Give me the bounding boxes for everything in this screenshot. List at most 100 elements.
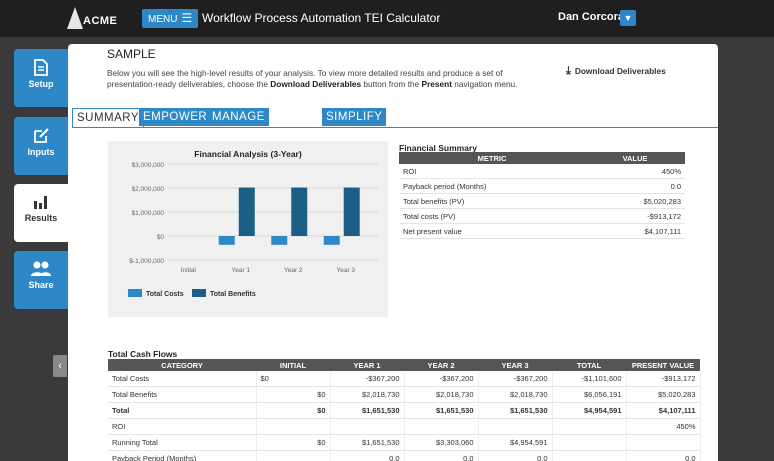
value-cell <box>478 418 553 435</box>
app-title: Workflow Process Automation TEI Calculat… <box>202 11 441 25</box>
sidebar-item-label: Inputs <box>27 147 55 157</box>
value-cell: $2,018,730 <box>478 386 553 403</box>
value-cell <box>626 434 701 451</box>
y-tick-label: $0 <box>157 234 165 241</box>
table-row: Payback period (Months) 0.0 <box>399 178 685 194</box>
value-cell: $3,303,060 <box>404 434 479 451</box>
column-header: PRESENT VALUE <box>626 359 700 371</box>
value-cell: -$1,101,600 <box>552 371 627 387</box>
table-row: ROI 450% <box>108 418 701 435</box>
value-cell: $2,018,730 <box>404 386 479 403</box>
financial-analysis-chart: Financial Analysis (3-Year) $3,000,000 $2,… <box>108 141 388 317</box>
bar-total-benefits <box>238 187 255 236</box>
value-cell: $1,651,530 <box>478 402 553 419</box>
value-cell: $1,651,530 <box>404 402 479 419</box>
sidebar-item-inputs[interactable]: Inputs <box>14 117 68 175</box>
value-cell: 0.0 <box>404 450 479 461</box>
category-cell: ROI <box>108 418 257 435</box>
results-panel: SAMPLE Below you will see the high-level… <box>68 44 718 461</box>
column-header: YEAR 2 <box>404 359 478 371</box>
value-cell: 0.0 <box>330 450 405 461</box>
value-cell: $0 <box>256 386 331 403</box>
tab-manage-secure[interactable]: MANAGE & SECURE <box>208 108 269 159</box>
sidebar-item-setup[interactable]: Setup <box>14 49 68 107</box>
table-row: Payback Period (Months) 0.0 0.0 0.0 0.0 <box>108 450 701 461</box>
y-tick-label: $-1,000,000 <box>129 258 164 265</box>
value-cell: -$367,200 <box>404 371 479 387</box>
legend-label: Total Costs <box>146 291 184 298</box>
collapse-sidebar-button[interactable]: ‹ <box>53 355 67 377</box>
x-tick-label: Year 2 <box>284 267 303 274</box>
results-description: Below you will see the high-level result… <box>107 68 518 89</box>
sidebar-item-share[interactable]: Share <box>14 251 68 309</box>
value-cell: -$913,172 <box>585 208 685 224</box>
value-cell: 450% <box>585 164 685 179</box>
value-cell <box>552 418 627 435</box>
top-bar: ACME MENU ☰ Workflow Process Automation T… <box>0 0 774 37</box>
category-cell: Total Benefits <box>108 386 257 403</box>
value-cell: $5,020,283 <box>585 193 685 209</box>
value-cell: $2,018,730 <box>330 386 405 403</box>
value-cell: $4,107,111 <box>626 402 701 419</box>
tab-simplify[interactable]: SIMPLIFY <box>322 108 387 126</box>
value-cell: -$367,200 <box>478 371 553 387</box>
value-cell <box>256 450 331 461</box>
menu-button[interactable]: MENU ☰ <box>142 9 199 28</box>
metric-cell: ROI <box>399 164 585 179</box>
logo-triangle-icon <box>67 7 83 29</box>
value-cell: $6,056,191 <box>552 386 627 403</box>
left-sidebar: Setup Inputs Results Share ‹ <box>0 37 68 461</box>
column-header: YEAR 3 <box>478 359 552 371</box>
value-cell <box>552 450 627 461</box>
value-cell: 0.0 <box>478 450 553 461</box>
legend-label: Total Benefits <box>210 291 256 298</box>
users-icon <box>14 261 68 280</box>
column-header: INITIAL <box>256 359 330 371</box>
edit-icon <box>14 127 68 147</box>
x-tick-label: Year 1 <box>231 267 250 274</box>
tab-underline <box>72 127 718 128</box>
download-icon: ⤓ <box>566 65 571 77</box>
category-cell: Total <box>108 402 257 419</box>
legend-swatch <box>128 289 142 297</box>
chart-title: Financial Analysis (3-Year) <box>194 149 302 159</box>
value-cell <box>330 418 405 435</box>
sidebar-item-label: Share <box>28 280 54 290</box>
value-cell <box>256 418 331 435</box>
acme-logo[interactable]: ACME <box>67 7 127 31</box>
x-tick-label: Year 3 <box>336 267 355 274</box>
metric-cell: Payback period (Months) <box>399 178 585 194</box>
category-cell: Running Total <box>108 434 257 451</box>
document-icon <box>14 59 68 79</box>
financial-summary-table: METRIC VALUE ROI 450% Payback period (Mont… <box>399 152 685 239</box>
metric-cell: Net present value <box>399 223 585 239</box>
value-cell: $1,651,530 <box>330 434 405 451</box>
sidebar-item-label: Setup <box>28 79 54 89</box>
value-cell <box>404 418 479 435</box>
value-cell: $4,107,111 <box>585 223 685 239</box>
sidebar-item-results[interactable]: Results <box>14 184 68 242</box>
tab-summary[interactable]: SUMMARY <box>72 108 145 128</box>
value-cell: 0.0 <box>626 450 701 461</box>
table-row: Total benefits (PV) $5,020,283 <box>399 193 685 209</box>
total-cash-flows-title: Total Cash Flows <box>108 349 178 359</box>
table-row: ROI 450% <box>399 164 685 179</box>
metric-cell: Total costs (PV) <box>399 208 585 224</box>
user-menu-dropdown-icon[interactable]: ▼ <box>620 10 636 26</box>
download-deliverables-button[interactable]: ⤓ Download Deliverables <box>566 65 666 78</box>
table-row: Total Benefits $0 $2,018,730 $2,018,730 $2,0… <box>108 386 701 403</box>
right-gutter <box>718 37 774 461</box>
table-row: Net present value $4,107,111 <box>399 223 685 239</box>
table-row: Total $0 $1,651,530 $1,651,530 $1,651,530 $4,… <box>108 402 701 419</box>
table-row: Running Total $0 $1,651,530 $3,303,060 $4,95… <box>108 434 701 451</box>
value-cell: $4,954,591 <box>552 402 627 419</box>
value-cell: $0 <box>256 402 331 419</box>
value-cell: -$913,172 <box>626 371 701 387</box>
bar-total-benefits <box>291 187 308 236</box>
column-header: TOTAL <box>552 359 626 371</box>
tab-empower[interactable]: EMPOWER <box>139 108 212 126</box>
column-header: CATEGORY <box>108 359 256 371</box>
y-tick-label: $3,000,000 <box>131 162 164 169</box>
value-cell: $1,651,530 <box>330 402 405 419</box>
bar-chart-icon <box>14 194 68 213</box>
